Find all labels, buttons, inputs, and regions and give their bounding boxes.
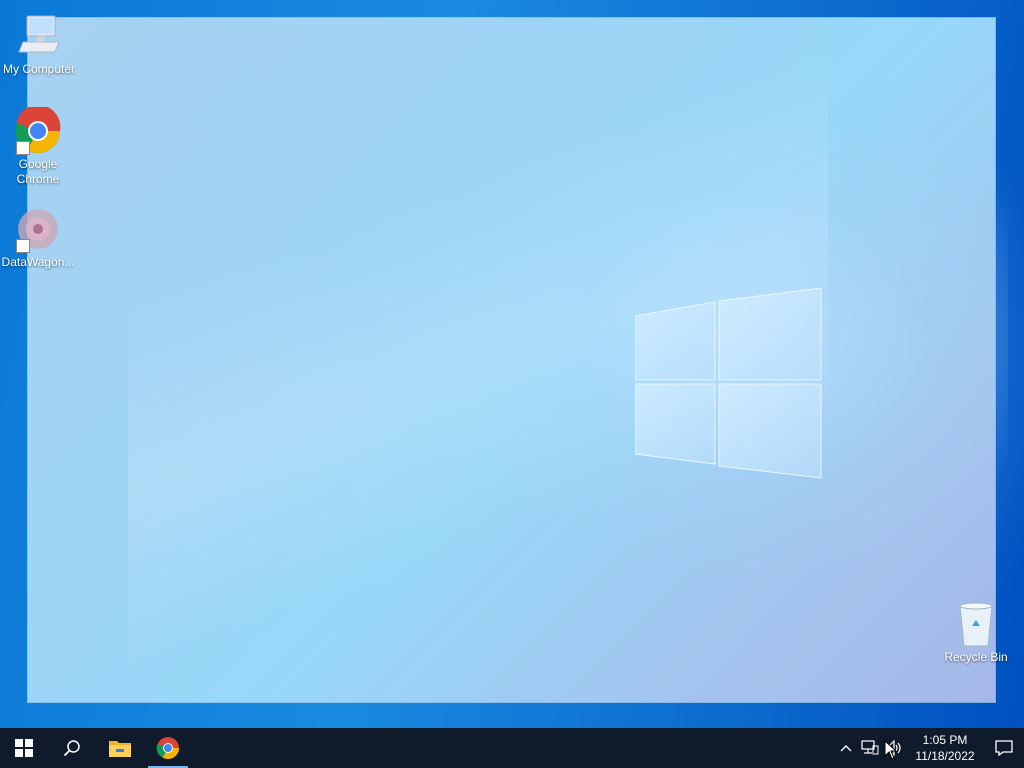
- system-tray: 1:05 PM 11/18/2022: [834, 728, 1024, 768]
- start-button[interactable]: [0, 728, 48, 768]
- shortcut-arrow-icon: [16, 141, 30, 155]
- notification-icon: [995, 740, 1013, 756]
- chevron-up-icon: [840, 745, 852, 752]
- network-icon: [861, 740, 879, 755]
- chrome-taskbar-button[interactable]: [144, 728, 192, 768]
- search-icon: [63, 740, 80, 757]
- chrome-icon: [14, 104, 62, 155]
- desktop-icon-my-computer[interactable]: My Computer: [1, 12, 77, 77]
- network-button[interactable]: [858, 728, 882, 768]
- mouse-cursor-icon: [884, 740, 898, 760]
- clock-time: 1:05 PM: [922, 733, 968, 747]
- clock-date: 11/18/2022: [915, 749, 975, 763]
- shortcut-arrow-icon: [16, 239, 30, 253]
- action-center-button[interactable]: [984, 728, 1024, 768]
- show-hidden-icons-button[interactable]: [834, 728, 858, 768]
- file-explorer-icon: [109, 741, 131, 757]
- chrome-icon: [156, 737, 179, 759]
- desktop-icon-label: Recycle Bin: [944, 650, 1008, 664]
- recycle-bin-icon: [952, 600, 1000, 648]
- desktop: My Computer Google Chrome DataWagon... R…: [0, 0, 1024, 728]
- taskbar: 1:05 PM 11/18/2022: [0, 728, 1024, 768]
- search-button[interactable]: [48, 728, 96, 768]
- clock[interactable]: 1:05 PM 11/18/2022: [906, 732, 984, 764]
- windows-logo-wallpaper: [635, 288, 822, 479]
- desktop-icon-label: DataWagon...: [1, 255, 75, 269]
- computer-icon: [15, 12, 63, 60]
- datawagon-icon: [14, 205, 62, 253]
- desktop-icon-label: My Computer: [2, 62, 76, 76]
- file-explorer-button[interactable]: [96, 728, 144, 768]
- desktop-icon-google-chrome[interactable]: Google Chrome: [0, 104, 76, 187]
- desktop-icon-label: Google Chrome: [16, 157, 60, 186]
- start-icon: [15, 739, 33, 757]
- selection-overlay: [28, 18, 1008, 702]
- desktop-icon-recycle-bin[interactable]: Recycle Bin: [936, 600, 1016, 665]
- desktop-icon-datawagon[interactable]: DataWagon...: [0, 205, 76, 270]
